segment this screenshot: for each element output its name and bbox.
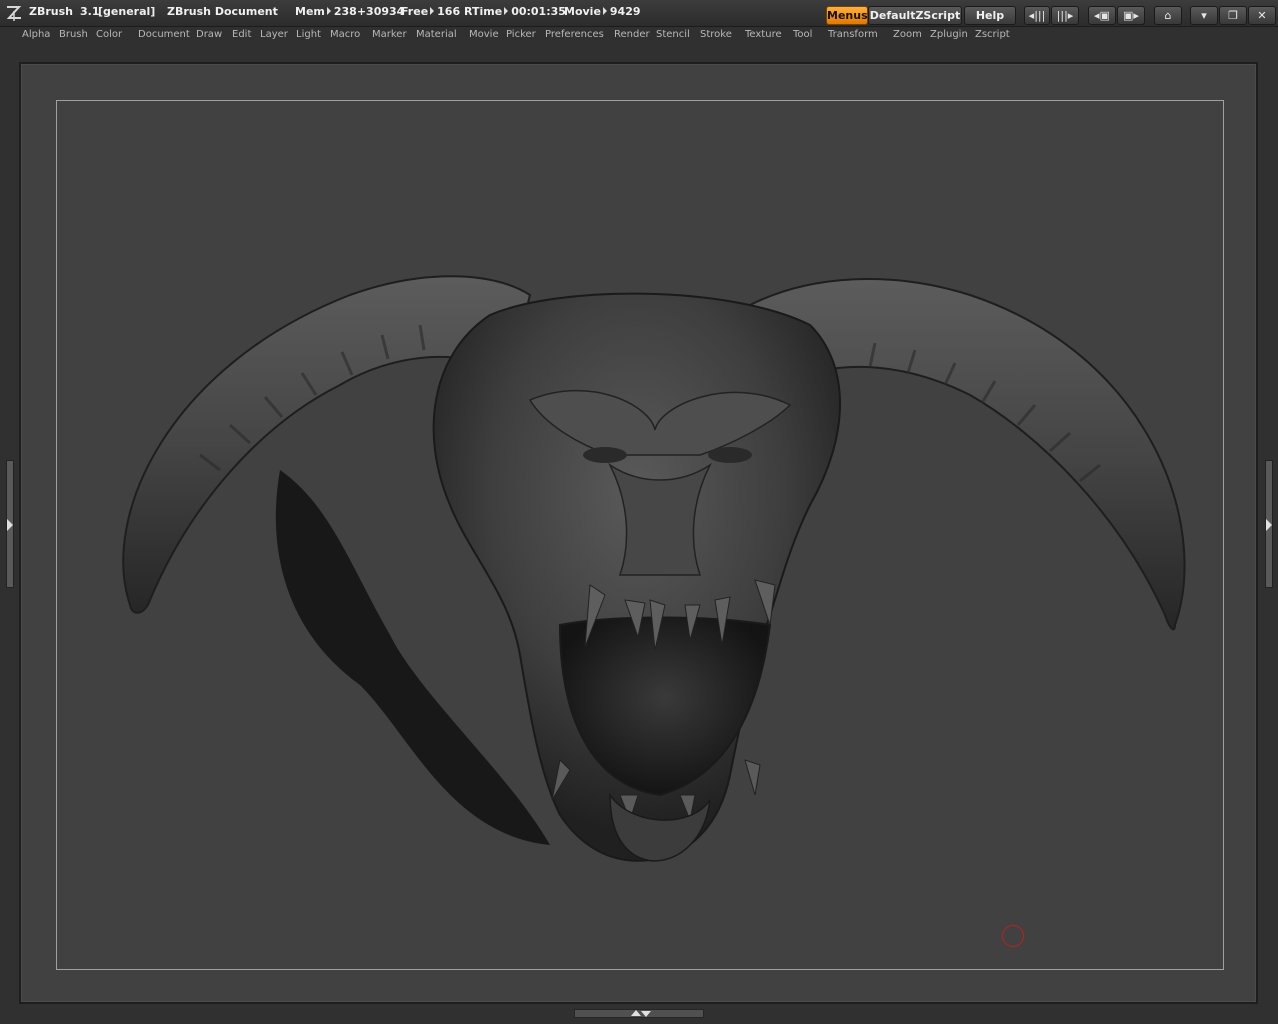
menu-light[interactable]: Light: [296, 29, 321, 40]
menu-zoom[interactable]: Zoom: [893, 29, 922, 40]
restore-icon[interactable]: ❐: [1219, 6, 1247, 25]
menu-zscript[interactable]: Zscript: [975, 29, 1010, 40]
zbrush-logo-icon[interactable]: [4, 3, 24, 23]
layout-name: [general]: [98, 5, 156, 18]
scroll-left-icon[interactable]: ◂|||: [1024, 6, 1050, 25]
menu-color[interactable]: Color: [96, 29, 122, 40]
menu-stroke[interactable]: Stroke: [700, 29, 732, 40]
movie-value: 9429: [609, 5, 641, 18]
menu-stencil[interactable]: Stencil: [656, 29, 690, 40]
bottom-tray-toggle[interactable]: [574, 1009, 704, 1018]
menu-layer[interactable]: Layer: [260, 29, 288, 40]
title-bar: ZBrush 3.1 [general] ZBrush Document Mem…: [0, 0, 1278, 27]
menu-draw[interactable]: Draw: [196, 29, 222, 40]
free-label: Free: [401, 5, 429, 18]
free-value: 166: [437, 5, 461, 18]
rtime-stat: RTime 00:01:35: [464, 5, 566, 18]
layout-icon-1[interactable]: ◂▣: [1088, 6, 1116, 25]
menu-movie[interactable]: Movie: [469, 29, 499, 40]
layout-icon-2[interactable]: ▣▸: [1117, 6, 1145, 25]
menu-render[interactable]: Render: [614, 29, 650, 40]
menu-edit[interactable]: Edit: [232, 29, 251, 40]
free-stat: Free 166: [401, 5, 460, 18]
menu-document[interactable]: Document: [138, 29, 190, 40]
mem-stat: Mem 238+30934: [295, 5, 404, 18]
arrow-right-icon: [326, 7, 331, 15]
menu-zplugin[interactable]: Zplugin: [930, 29, 968, 40]
arrow-down-icon: [641, 1011, 651, 1017]
menu-material[interactable]: Material: [416, 29, 457, 40]
menu-macro[interactable]: Macro: [330, 29, 360, 40]
menu-texture[interactable]: Texture: [745, 29, 782, 40]
main-menu-bar: Alpha Brush Color Document Draw Edit Lay…: [0, 27, 1278, 47]
mem-label: Mem: [295, 5, 325, 18]
left-tray-toggle[interactable]: [6, 460, 14, 588]
app-name: ZBrush: [29, 5, 73, 18]
menu-brush[interactable]: Brush: [59, 29, 88, 40]
document-name: ZBrush Document: [167, 5, 278, 18]
scroll-right-icon[interactable]: |||▸: [1051, 6, 1079, 25]
arrow-right-icon: [504, 7, 509, 15]
arrow-right-icon: [7, 519, 13, 531]
menu-transform[interactable]: Transform: [828, 29, 878, 40]
menu-picker[interactable]: Picker: [506, 29, 536, 40]
lock-icon[interactable]: ⌂: [1154, 6, 1182, 25]
menu-marker[interactable]: Marker: [372, 29, 407, 40]
rtime-label: RTime: [464, 5, 503, 18]
menu-preferences[interactable]: Preferences: [545, 29, 604, 40]
right-tray-toggle[interactable]: [1265, 460, 1273, 588]
minimize-icon[interactable]: ▾: [1190, 6, 1218, 25]
movie-label: Movie: [564, 5, 601, 18]
movie-stat: Movie 9429: [564, 5, 641, 18]
menu-tool[interactable]: Tool: [793, 29, 812, 40]
arrow-right-icon: [430, 7, 435, 15]
rtime-value: 00:01:35: [511, 5, 566, 18]
close-icon[interactable]: ✕: [1248, 6, 1276, 25]
arrow-right-icon: [602, 7, 607, 15]
brush-cursor-icon: [1002, 925, 1024, 947]
menu-alpha[interactable]: Alpha: [22, 29, 50, 40]
default-zscript-button[interactable]: DefaultZScript: [868, 6, 962, 25]
app-version: 3.1: [80, 5, 100, 18]
help-button[interactable]: Help: [964, 6, 1016, 25]
menus-button[interactable]: Menus: [826, 6, 868, 25]
sculpted-demon-head-model[interactable]: [90, 255, 1220, 875]
arrow-up-icon: [631, 1010, 641, 1016]
mem-value: 238+30934: [333, 5, 405, 18]
arrow-right-icon: [1266, 519, 1272, 531]
